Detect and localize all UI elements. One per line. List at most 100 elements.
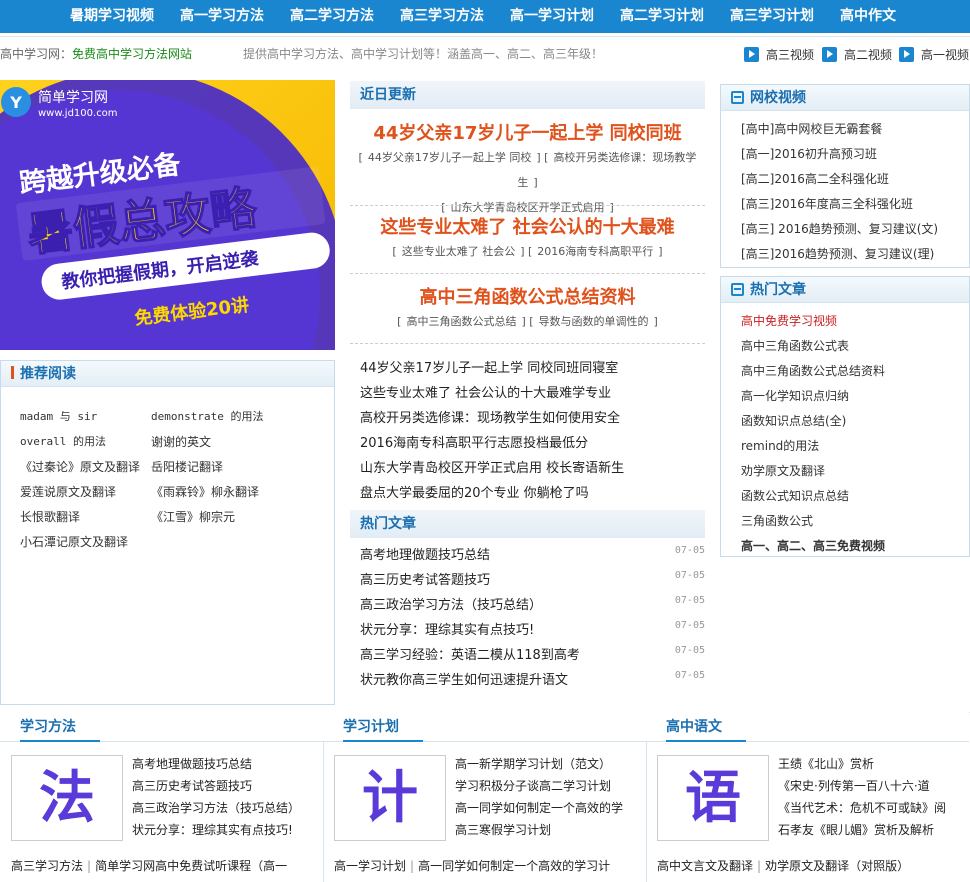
bottom-column-item[interactable]: 高三政治学习方法（技巧总结） xyxy=(132,799,300,816)
bottom-column-item[interactable]: 《宋史·列传第一百八十六·道 xyxy=(778,777,930,794)
nav-g2-plan[interactable]: 高二学习计划 xyxy=(620,0,704,33)
headline-1[interactable]: 44岁父亲17岁儿子一起上学 同校同班 xyxy=(350,119,705,145)
bottom-column-title[interactable]: 高中语文 xyxy=(646,712,969,742)
play-icon xyxy=(899,47,914,62)
sub-link[interactable]: [44岁父亲17岁儿子一起上学 同校] xyxy=(359,151,541,164)
bottom-column-title[interactable]: 学习计划 xyxy=(323,712,646,742)
recent-item[interactable]: 山东大学青岛校区开学正式启用 校长寄语新生 xyxy=(360,457,624,476)
hot-article-link[interactable]: 状元分享：理综其实有点技巧! xyxy=(360,623,534,638)
recommend-item[interactable]: demonstrate 的用法 xyxy=(151,408,263,424)
school-video-item[interactable]: [高三]2016年度高三全科强化班 xyxy=(741,195,913,212)
school-video-item[interactable]: [高三]2016趋势预测、复习建议(理) xyxy=(741,245,934,262)
divider xyxy=(350,205,705,206)
bottom-column-item[interactable]: 高一新学期学习计划（范文） xyxy=(455,755,611,772)
recent-item[interactable]: 这些专业太难了 社会公认的十大最难学专业 xyxy=(360,382,611,401)
recent-item[interactable]: 44岁父亲17岁儿子一起上学 同校同班同寝室 xyxy=(360,357,618,376)
bottom-column-item[interactable]: 高一同学如何制定一个高效的学 xyxy=(455,799,623,816)
headline-2[interactable]: 这些专业太难了 社会公认的十大最难 xyxy=(350,213,705,239)
sub-link[interactable]: [2016海南专科高职平行] xyxy=(528,245,663,258)
hot-article-row[interactable]: 状元分享：理综其实有点技巧! 07-05 xyxy=(360,619,705,638)
hot-article-row[interactable]: 高三学习经验：英语二模从118到高考 07-05 xyxy=(360,644,705,663)
nav-g1-plan[interactable]: 高一学习计划 xyxy=(510,0,594,33)
sub-text: 这些专业太难了 社会公 xyxy=(401,245,516,258)
headline-3-subs: [高中三角函数公式总结] [导数与函数的单调性的] xyxy=(350,309,705,334)
summer-promo-banner[interactable]: Y 简单学习网 www.jd100.com 跨越升级必备 暑假总攻略 教你把握假… xyxy=(0,80,335,350)
nav-g2-method[interactable]: 高二学习方法 xyxy=(290,0,374,33)
bottom-column-item[interactable]: 高三历史考试答题技巧 xyxy=(132,777,252,794)
hot-right-item[interactable]: remind的用法 xyxy=(741,437,819,454)
hot-right-item[interactable]: 三角函数公式 xyxy=(741,512,813,529)
hot-right-item[interactable]: 高中三角函数公式表 xyxy=(741,337,849,354)
site-name: 高中学习网： xyxy=(0,47,73,61)
bottom-column-item[interactable]: 石孝友《眼儿媚》赏析及解析 xyxy=(778,821,934,838)
hot-article-link[interactable]: 高三历史考试答题技巧 xyxy=(360,573,490,588)
nav-g1-method[interactable]: 高一学习方法 xyxy=(180,0,264,33)
nav-g3-plan[interactable]: 高三学习计划 xyxy=(730,0,814,33)
footer-link[interactable]: 高三学习方法 xyxy=(11,859,83,873)
school-video-item[interactable]: [高一]2016初升高预习班 xyxy=(741,145,877,162)
school-video-item[interactable]: [高中]高中网校巨无霸套餐 xyxy=(741,120,882,137)
hot-right-item[interactable]: 高一化学知识点归纳 xyxy=(741,387,849,404)
hot-right-item[interactable]: 高一、高二、高三免费视频 xyxy=(741,537,885,554)
sub-link[interactable]: [高校开另类选修课：现场教学生] xyxy=(517,151,696,189)
bottom-column-item[interactable]: 高考地理做题技巧总结 xyxy=(132,755,252,772)
recommend-item[interactable]: overall 的用法 xyxy=(20,433,106,449)
bottom-column-item[interactable]: 《当代艺术：危机不可或缺》阅 xyxy=(778,799,946,816)
sub-link[interactable]: [这些专业太难了 社会公] xyxy=(392,245,524,258)
recommend-item[interactable]: 谢谢的英文 xyxy=(151,433,211,450)
bottom-column-item[interactable]: 王绩《北山》赏析 xyxy=(778,755,874,772)
recent-item[interactable]: 2016海南专科高职平行志愿投档最低分 xyxy=(360,432,588,451)
recent-item[interactable]: 高校开另类选修课：现场教学生如何使用安全 xyxy=(360,407,620,426)
site-link[interactable]: 免费高中学习方法网站 xyxy=(72,47,192,61)
footer-link[interactable]: 高中文言文及翻译 xyxy=(657,859,753,873)
recommend-item[interactable]: 长恨歌翻译 xyxy=(20,508,80,525)
recommend-item[interactable]: 爱莲说原文及翻译 xyxy=(20,483,116,500)
link-g1-video[interactable]: 高一视频 xyxy=(899,45,969,65)
footer-link[interactable]: 高一同学如何制定一个高效的学习计 xyxy=(418,859,610,873)
school-video-title: 网校视频 xyxy=(721,85,969,111)
bottom-column-item[interactable]: 高三寒假学习计划 xyxy=(455,821,551,838)
bottom-column-image[interactable]: 法 xyxy=(11,755,123,841)
bottom-column-item[interactable]: 学习积极分子谈高二学习计划 xyxy=(455,777,611,794)
hot-right-item[interactable]: 劝学原文及翻译 xyxy=(741,462,825,479)
headline-3[interactable]: 高中三角函数公式总结资料 xyxy=(350,283,705,309)
hot-article-row[interactable]: 状元教你高三学生如何迅速提升语文 07-05 xyxy=(360,669,705,688)
hot-right-item[interactable]: 函数知识点总结(全) xyxy=(741,412,846,429)
site-description: 提供高中学习方法、高中学习计划等！涵盖高一、高二、高三年级！ xyxy=(243,47,604,61)
recommend-item[interactable]: 《雨霖铃》柳永翻译 xyxy=(151,483,259,500)
bottom-column-footer: 高中文言文及翻译 | 劝学原文及翻译（对照版） xyxy=(657,857,909,874)
link-g2-video[interactable]: 高二视频 xyxy=(822,45,892,65)
hot-article-link[interactable]: 高考地理做题技巧总结 xyxy=(360,548,490,563)
recommend-item[interactable]: madam 与 sir xyxy=(20,408,97,424)
bottom-column-footer: 高一学习计划 | 高一同学如何制定一个高效的学习计 xyxy=(334,857,610,874)
sub-link[interactable]: [高中三角函数公式总结] xyxy=(397,315,526,328)
recommend-item[interactable]: 岳阳楼记翻译 xyxy=(151,458,223,475)
bottom-column-image[interactable]: 语 xyxy=(657,755,769,841)
school-video-item[interactable]: [高二]2016高二全科强化班 xyxy=(741,170,889,187)
footer-link[interactable]: 劝学原文及翻译（对照版） xyxy=(765,859,909,873)
link-g3-video[interactable]: 高三视频 xyxy=(744,45,814,65)
hot-right-item[interactable]: 高中免费学习视频 xyxy=(741,312,837,329)
hot-article-link[interactable]: 高三政治学习方法（技巧总结） xyxy=(360,598,542,613)
recommend-item[interactable]: 《过秦论》原文及翻译 xyxy=(20,458,140,475)
hot-right-item[interactable]: 函数公式知识点总结 xyxy=(741,487,849,504)
school-video-item[interactable]: [高三] 2016趋势预测、复习建议(文) xyxy=(741,220,938,237)
hot-article-row[interactable]: 高三历史考试答题技巧 07-05 xyxy=(360,569,705,588)
hot-article-link[interactable]: 高三学习经验：英语二模从118到高考 xyxy=(360,648,580,663)
footer-link[interactable]: 简单学习网高中免费试听课程（高一 xyxy=(95,859,287,873)
hot-article-row[interactable]: 高三政治学习方法（技巧总结） 07-05 xyxy=(360,594,705,613)
nav-essay[interactable]: 高中作文 xyxy=(840,0,896,33)
hot-article-link[interactable]: 状元教你高三学生如何迅速提升语文 xyxy=(360,673,568,688)
bottom-column-item[interactable]: 状元分享：理综其实有点技巧! xyxy=(132,821,293,838)
nav-summer-video[interactable]: 暑期学习视频 xyxy=(70,0,154,33)
recommend-item[interactable]: 小石潭记原文及翻译 xyxy=(20,533,128,550)
hot-right-item[interactable]: 高中三角函数公式总结资料 xyxy=(741,362,885,379)
nav-g3-method[interactable]: 高三学习方法 xyxy=(400,0,484,33)
recent-item[interactable]: 盘点大学最委屈的20个专业 你躺枪了吗 xyxy=(360,482,589,501)
bottom-column-image[interactable]: 计 xyxy=(334,755,446,841)
bottom-column-title[interactable]: 学习方法 xyxy=(0,712,323,742)
hot-article-row[interactable]: 高考地理做题技巧总结 07-05 xyxy=(360,544,705,563)
recommend-item[interactable]: 《江雪》柳宗元 xyxy=(151,508,235,525)
footer-link[interactable]: 高一学习计划 xyxy=(334,859,406,873)
sub-link[interactable]: [导数与函数的单调性的] xyxy=(529,315,658,328)
